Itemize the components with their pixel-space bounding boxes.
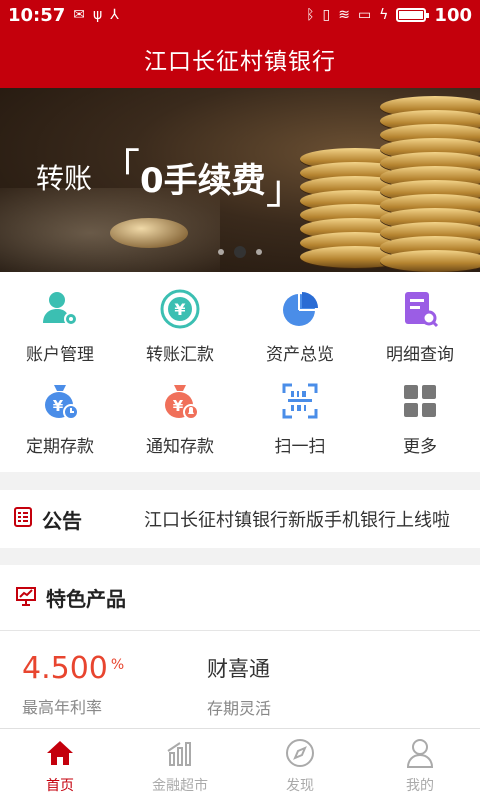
banner-pagination xyxy=(0,246,480,258)
pagination-dot[interactable] xyxy=(218,249,224,255)
presentation-chart-icon xyxy=(16,586,36,610)
network-share-icon: ⅄ xyxy=(110,7,119,23)
document-search-icon xyxy=(397,286,443,332)
usb-icon: ψ xyxy=(93,7,103,23)
pagination-dot[interactable] xyxy=(256,249,262,255)
tab-discover[interactable]: 发现 xyxy=(240,729,360,800)
scan-icon xyxy=(277,378,323,424)
product-card-rate[interactable]: 4.500% 最高年利率 xyxy=(22,651,124,718)
bluetooth-icon: ᛒ xyxy=(306,7,315,23)
product-name: 财喜通 xyxy=(207,657,270,681)
action-details-query[interactable]: 明细查询 xyxy=(360,286,480,378)
money-bag-bell-icon: ¥ xyxy=(157,378,203,424)
charging-icon: ϟ xyxy=(379,7,389,23)
bottom-tab-bar: 首页 金融超市 发现 我的 xyxy=(0,728,480,800)
yuan-circle-icon: ¥ xyxy=(157,286,203,332)
user-icon xyxy=(404,737,436,769)
featured-products-section: 特色产品 4.500% 最高年利率 财喜通 存期灵活 xyxy=(0,565,480,728)
vibrate-icon: ▯ xyxy=(322,7,331,23)
money-bag-clock-icon: ¥ xyxy=(37,378,83,424)
announcement-bar[interactable]: 公告 江口长征村镇银行新版手机银行上线啦 xyxy=(0,490,480,548)
tab-mine[interactable]: 我的 xyxy=(360,729,480,800)
status-time: 10:57 xyxy=(8,4,66,26)
mail-icon: ✉ xyxy=(73,7,86,23)
featured-title: 特色产品 xyxy=(46,587,126,611)
featured-header: 特色产品 xyxy=(0,565,480,631)
battery-level: 100 xyxy=(434,4,472,26)
action-transfer[interactable]: ¥ 转账汇款 xyxy=(120,286,240,378)
grid-more-icon xyxy=(397,378,443,424)
svg-text:¥: ¥ xyxy=(173,397,184,415)
chart-bars-icon xyxy=(164,737,196,769)
svg-text:¥: ¥ xyxy=(53,397,64,415)
product-rate: 4.500% xyxy=(22,651,125,686)
announcement-text[interactable]: 江口长征村镇银行新版手机银行上线啦 xyxy=(144,506,462,532)
product-card-caixitong[interactable]: 财喜通 存期灵活 xyxy=(207,651,271,719)
app-header: 江口长征村镇银行 xyxy=(0,30,480,88)
action-scan[interactable]: 扫一扫 xyxy=(240,378,360,470)
compass-icon xyxy=(284,737,316,769)
battery-icon xyxy=(396,8,430,22)
announcement-icon xyxy=(14,507,32,531)
quick-actions-grid: 账户管理 ¥ 转账汇款 资产总览 明细查询 ¥ 定期存款 ¥ 通知存款 扫一扫 xyxy=(0,272,480,472)
sim-icon: ▭ xyxy=(357,7,372,23)
banner-headline: 转账 「 0手续费 」 xyxy=(36,146,306,213)
action-notice-deposit[interactable]: ¥ 通知存款 xyxy=(120,378,240,470)
coin-image xyxy=(110,218,188,248)
pagination-dot-active[interactable] xyxy=(234,246,246,258)
promo-banner[interactable]: 转账 「 0手续费 」 xyxy=(0,88,480,272)
status-bar: 10:57 ✉ ψ ⅄ ᛒ ▯ ≋ ▭ ϟ 100 xyxy=(0,0,480,30)
account-user-icon xyxy=(37,286,83,332)
action-more[interactable]: 更多 xyxy=(360,378,480,470)
action-assets-overview[interactable]: 资产总览 xyxy=(240,286,360,378)
action-fixed-deposit[interactable]: ¥ 定期存款 xyxy=(0,378,120,470)
tab-home[interactable]: 首页 xyxy=(0,729,120,800)
pie-chart-icon xyxy=(277,286,323,332)
action-account-management[interactable]: 账户管理 xyxy=(0,286,120,378)
product-desc: 存期灵活 xyxy=(207,699,272,718)
wifi-icon: ≋ xyxy=(338,7,350,23)
announcement-title: 公告 xyxy=(42,508,82,533)
page-title: 江口长征村镇银行 xyxy=(144,49,336,75)
svg-text:¥: ¥ xyxy=(174,300,185,319)
home-icon xyxy=(44,737,76,769)
product-rate-desc: 最高年利率 xyxy=(22,698,103,717)
tab-financial-market[interactable]: 金融超市 xyxy=(120,729,240,800)
